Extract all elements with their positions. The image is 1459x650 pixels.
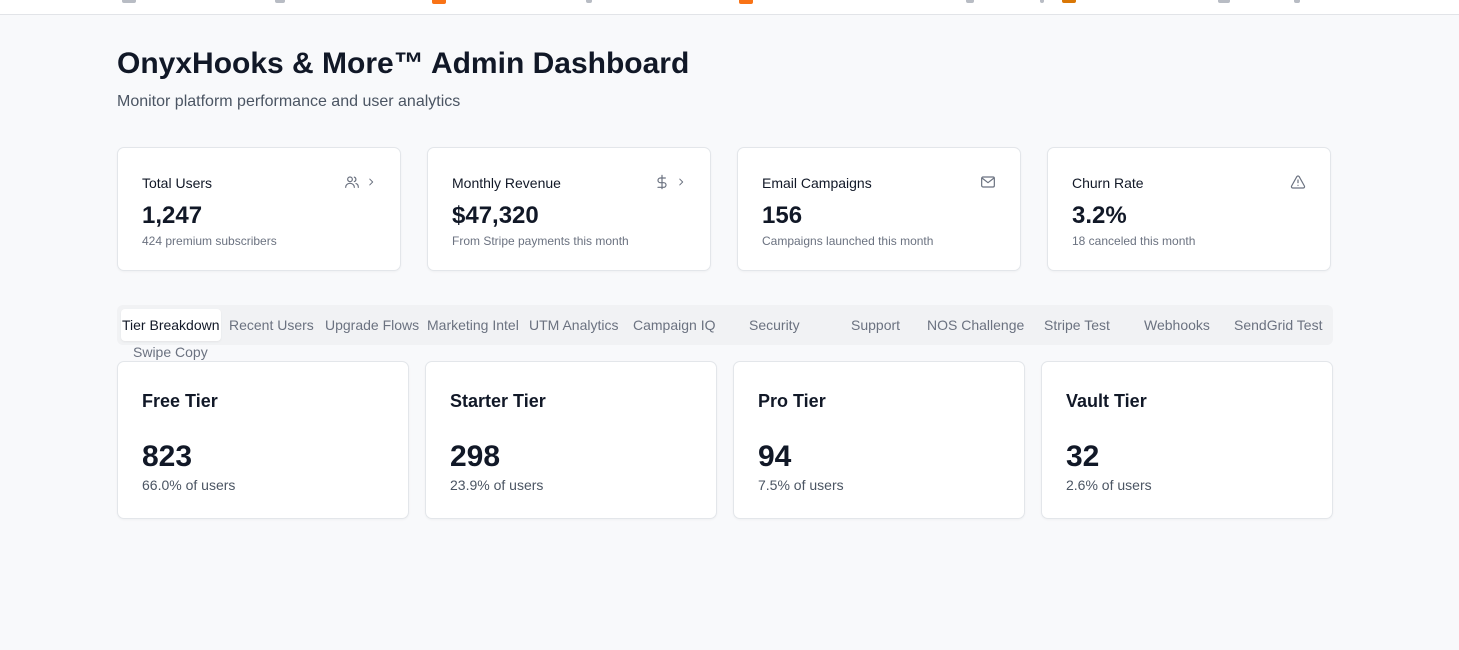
tier-name: Vault Tier [1066,391,1147,411]
stat-description: Campaigns launched this month [762,234,934,248]
tier-percentage: 7.5% of users [758,477,844,493]
tier-count: 823 [142,440,193,473]
tier-card-free: Free Tier 823 66.0% of users [117,361,409,519]
tier-percentage: 66.0% of users [142,477,236,493]
tier-count: 32 [1066,440,1100,473]
bookmark-icon[interactable] [739,0,753,4]
bookmarks-bar [0,0,1459,15]
tier-card-vault: Vault Tier 32 2.6% of users [1041,361,1333,519]
tier-count: 94 [758,440,792,473]
tab-tier-breakdown[interactable]: Tier Breakdown [121,309,221,341]
tier-name: Pro Tier [758,391,826,411]
page-subtitle: Monitor platform performance and user an… [117,93,461,110]
tab-sendgrid-test[interactable]: SendGrid Test [1234,309,1322,341]
tab-marketing-intel[interactable]: Marketing Intel [427,309,519,341]
stat-value: 156 [762,202,803,229]
users-icon [344,174,360,190]
tab-stripe-test[interactable]: Stripe Test [1044,309,1110,341]
mail-icon [980,174,996,190]
bookmark-item[interactable] [122,0,136,3]
stat-label: Monthly Revenue [452,175,561,191]
bookmark-item[interactable] [586,0,592,3]
tab-swipe-copy[interactable]: Swipe Copy [133,341,208,363]
stat-card-email-campaigns[interactable]: Email Campaigns 156 Campaigns launched t… [737,147,1021,271]
chevron-right-icon [676,177,686,187]
tier-name: Starter Tier [450,391,546,411]
tier-percentage: 2.6% of users [1066,477,1152,493]
stat-value: 3.2% [1072,202,1127,229]
tab-nos-challenge[interactable]: NOS Challenge [927,309,1024,341]
tier-card-pro: Pro Tier 94 7.5% of users [733,361,1025,519]
stat-description: 424 premium subscribers [142,234,277,248]
dashboard-tabs: Tier Breakdown Recent Users Upgrade Flow… [117,305,1333,360]
tier-percentage: 23.9% of users [450,477,544,493]
stat-label: Churn Rate [1072,175,1144,191]
dollar-icon [654,174,670,190]
stat-card-churn-rate[interactable]: Churn Rate 3.2% 18 canceled this month [1047,147,1331,271]
bookmark-icon[interactable] [432,0,446,4]
tab-upgrade-flows[interactable]: Upgrade Flows [325,309,419,341]
bookmark-icon[interactable] [1062,0,1076,3]
bookmark-item[interactable] [1218,0,1230,3]
stat-label: Email Campaigns [762,175,872,191]
chevron-right-icon [366,177,376,187]
stat-description: From Stripe payments this month [452,234,629,248]
stat-value: 1,247 [142,202,203,229]
stat-description: 18 canceled this month [1072,234,1196,248]
bookmark-item[interactable] [1294,0,1300,3]
tab-webhooks[interactable]: Webhooks [1144,309,1210,341]
alert-triangle-icon [1290,174,1306,190]
tier-card-starter: Starter Tier 298 23.9% of users [425,361,717,519]
bookmark-item[interactable] [275,0,285,3]
stat-card-total-users[interactable]: Total Users 1,247 424 premium subscriber… [117,147,401,271]
tier-name: Free Tier [142,391,218,411]
bookmark-item[interactable] [1040,0,1044,3]
stat-value: $47,320 [452,202,539,229]
tab-support[interactable]: Support [851,309,900,341]
page-title: OnyxHooks & More™ Admin Dashboard [117,47,690,80]
stat-card-monthly-revenue[interactable]: Monthly Revenue $47,320 From Stripe paym… [427,147,711,271]
tab-recent-users[interactable]: Recent Users [229,309,314,341]
tier-count: 298 [450,440,501,473]
page-header: OnyxHooks & More™ Admin Dashboard Monito… [117,44,689,111]
bookmark-item[interactable] [966,0,974,3]
stat-label: Total Users [142,175,213,191]
tab-utm-analytics[interactable]: UTM Analytics [529,309,618,341]
tab-campaign-iq[interactable]: Campaign IQ [633,309,715,341]
tab-security[interactable]: Security [749,309,800,341]
